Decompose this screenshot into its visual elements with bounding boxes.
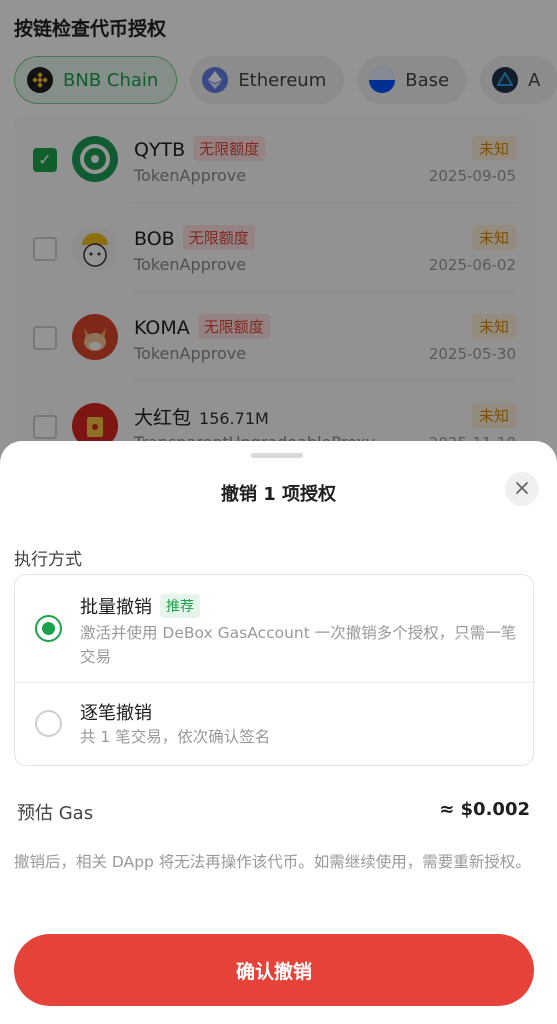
execution-method-options: 批量撤销 推荐 激活并使用 DeBox GasAccount 一次撤销多个授权，只… — [14, 574, 535, 767]
revoke-notice: 撤销后，相关 DApp 将无法再操作该代币。如需继续使用，需要重新授权。 — [14, 853, 531, 871]
sheet-title: 撤销 1 项授权 — [220, 484, 337, 505]
gas-label: 预估 Gas — [17, 803, 94, 824]
recommended-badge: 推荐 — [160, 594, 200, 618]
gas-value: ≈ $0.002 — [439, 799, 530, 820]
option-title: 批量撤销 — [80, 597, 152, 618]
option-single-revoke[interactable]: 逐笔撤销 共 1 笔交易，依次确认签名 — [15, 683, 535, 767]
option-description: 激活并使用 DeBox GasAccount 一次撤销多个授权，只需一笔交易 — [80, 624, 517, 666]
option-title-line: 批量撤销 推荐 — [80, 593, 200, 619]
revoke-bottom-sheet: 撤销 1 项授权 执行方式 批量撤销 推荐 激活并使用 DeBox GasAcco… — [0, 441, 557, 1024]
confirm-revoke-button[interactable]: 确认撤销 — [14, 934, 534, 1006]
option-title: 逐笔撤销 — [80, 703, 152, 724]
option-batch-revoke[interactable]: 批量撤销 推荐 激活并使用 DeBox GasAccount 一次撤销多个授权，只… — [15, 575, 535, 683]
radio-single-revoke[interactable] — [35, 710, 62, 737]
close-icon — [515, 480, 529, 499]
close-button[interactable] — [505, 472, 539, 506]
option-description: 共 1 笔交易，依次确认签名 — [80, 728, 271, 746]
execution-method-label: 执行方式 — [14, 550, 82, 570]
radio-batch-revoke[interactable] — [35, 615, 62, 642]
drag-handle[interactable] — [251, 453, 303, 458]
